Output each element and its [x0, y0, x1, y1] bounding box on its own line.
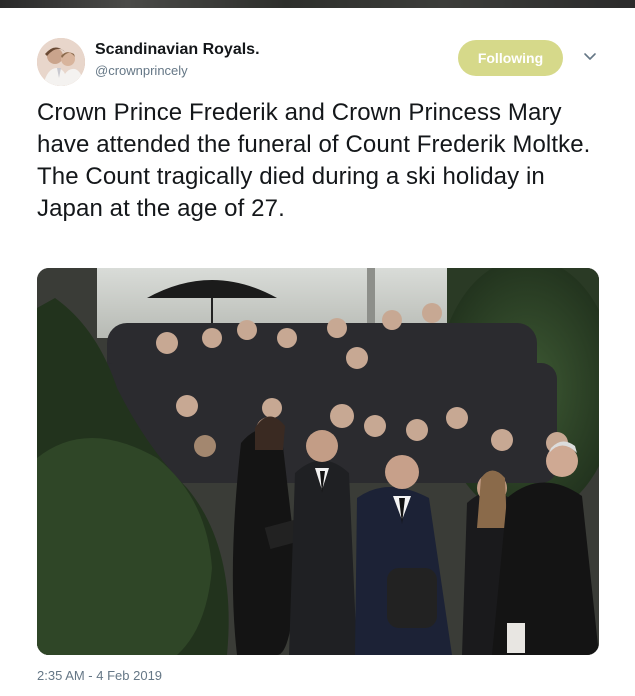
chevron-down-icon[interactable]: [581, 48, 599, 66]
funeral-crowd-photo: [37, 268, 599, 655]
tweet-timestamp[interactable]: 2:35 AM - 4 Feb 2019: [37, 668, 162, 683]
author-handle[interactable]: @crownprincely: [95, 63, 188, 78]
following-button[interactable]: Following: [458, 40, 563, 76]
avatar[interactable]: [37, 38, 85, 86]
author-name[interactable]: Scandinavian Royals.: [95, 41, 260, 59]
tweet-photo[interactable]: [37, 268, 599, 655]
avatar-photo: [37, 38, 85, 86]
tweet-card: Scandinavian Royals. @crownprincely Foll…: [0, 8, 635, 696]
previous-media-strip: [0, 0, 635, 8]
tweet-text: Crown Prince Frederik and Crown Princess…: [37, 99, 591, 222]
